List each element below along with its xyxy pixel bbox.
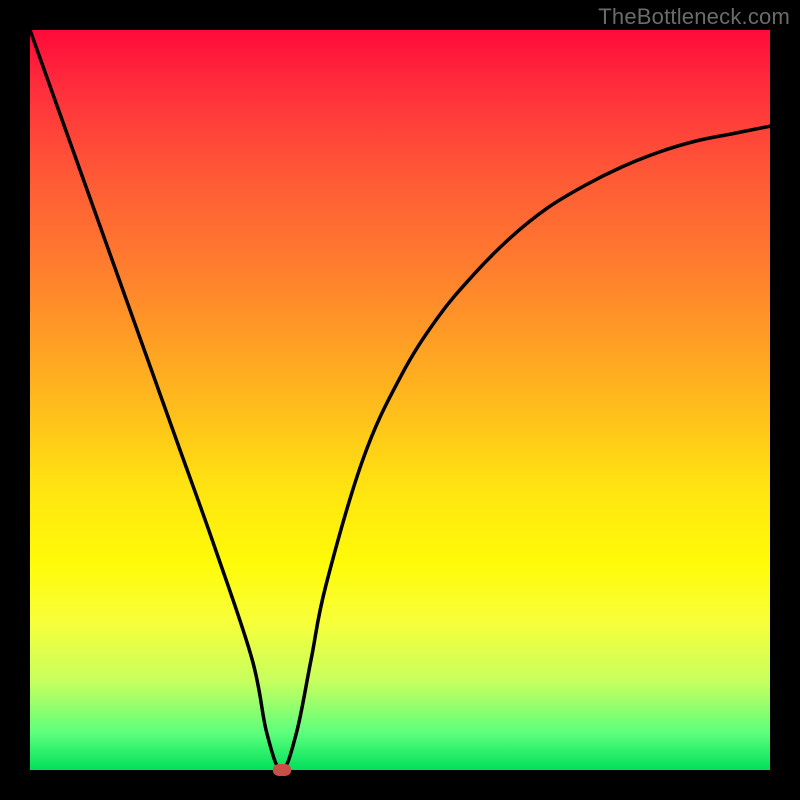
trough-marker: [273, 764, 291, 776]
bottleneck-curve: [30, 30, 770, 770]
plot-area: [30, 30, 770, 770]
watermark-text: TheBottleneck.com: [598, 4, 790, 30]
chart-frame: TheBottleneck.com: [0, 0, 800, 800]
